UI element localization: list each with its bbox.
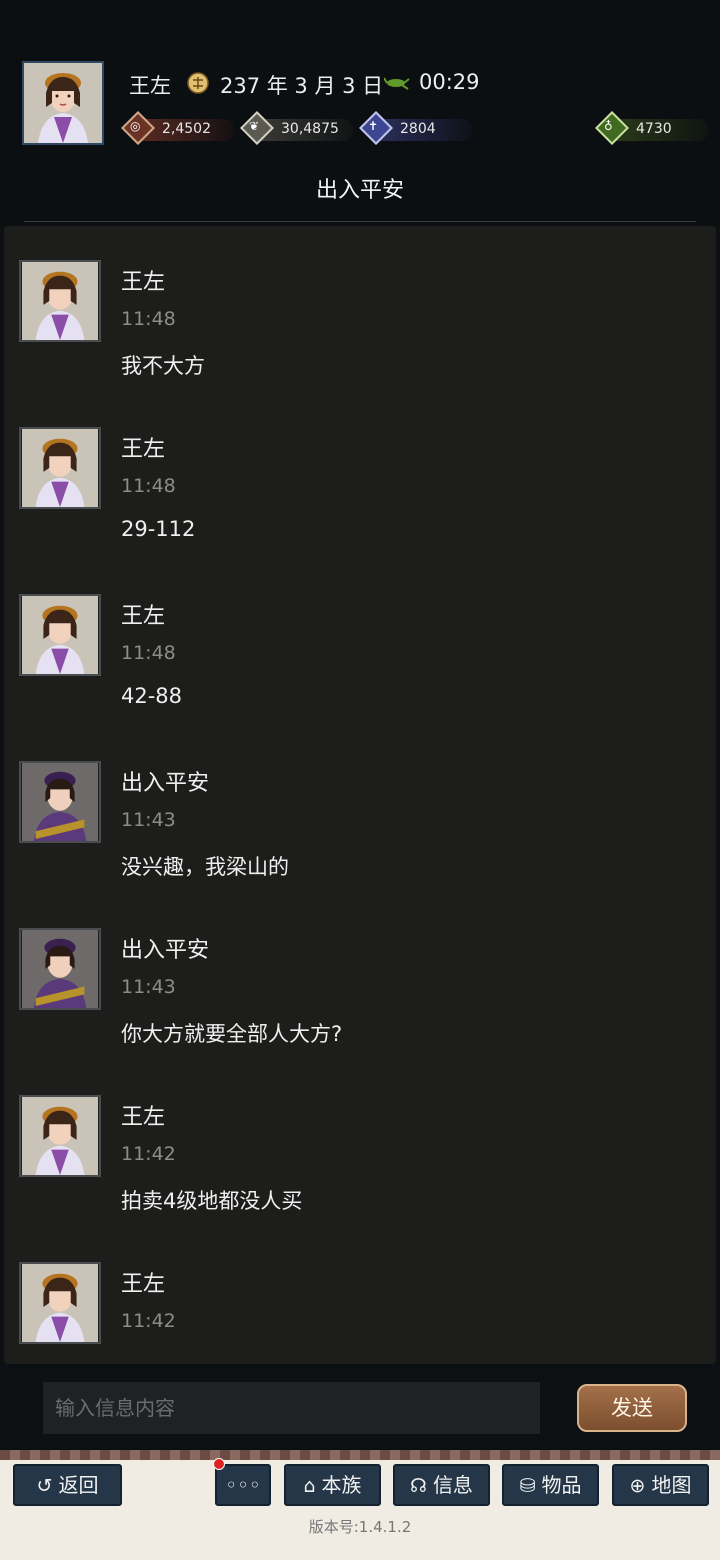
message-time: 11:42 <box>121 1310 176 1332</box>
message-time: 11:43 <box>121 809 176 831</box>
map-label: 地图 <box>651 1473 692 1497</box>
resource-money-bag[interactable]: ♁ 4730 <box>595 111 708 145</box>
resource-soldiers[interactable]: ✝ 2804 <box>359 111 472 145</box>
chat-message: 王左 11:48 42-88 <box>4 594 716 754</box>
back-label: 返回 <box>58 1473 99 1497</box>
chat-message: 王左 11:48 29-112 <box>4 427 716 587</box>
back-button[interactable]: ↺ 返回 <box>13 1464 122 1506</box>
player-name: 王左 <box>129 74 171 98</box>
resource-grain[interactable]: ❦ 30,4875 <box>240 111 353 145</box>
sender-name: 出入平安 <box>121 771 210 796</box>
info-button[interactable]: ☊ 信息 <box>393 1464 490 1506</box>
portrait-image <box>24 63 102 143</box>
chat-message: 王左 11:42 拍卖4级地都没人买 <box>4 1095 716 1255</box>
grain-icon: ❦ <box>249 119 260 133</box>
sender-avatar[interactable] <box>19 761 101 843</box>
message-time: 11:48 <box>121 642 176 664</box>
chat-bubble-icon: ☊ <box>410 1475 427 1497</box>
message-text: 42-88 <box>121 684 183 708</box>
header-divider <box>24 221 696 222</box>
sender-name: 王左 <box>121 1105 166 1130</box>
chat-message: 出入平安 11:43 没兴趣，我梁山的 <box>4 761 716 921</box>
chat-message: 王左 11:42 <box>4 1262 716 1364</box>
send-button[interactable]: 发送 <box>577 1384 687 1432</box>
game-time: 00:29 <box>419 70 480 94</box>
message-text: 你大方就要全部人大方? <box>121 1022 343 1046</box>
message-time: 11:48 <box>121 475 176 497</box>
version-number: 版本号:1.4.1.2 <box>308 1518 412 1536</box>
sender-avatar[interactable] <box>19 928 101 1010</box>
sender-avatar[interactable] <box>19 594 101 676</box>
message-input[interactable] <box>43 1382 540 1434</box>
items-button[interactable]: ⛁ 物品 <box>502 1464 599 1506</box>
top-header: 王左 237 年 3 月 3 日 00:29 ◎ 2,4502 ❦ 30,487… <box>0 0 720 225</box>
message-time: 11:48 <box>121 308 176 330</box>
coins-value: 2,4502 <box>162 121 211 137</box>
chat-message: 出入平安 11:43 你大方就要全部人大方? <box>4 928 716 1088</box>
message-text: 我不大方 <box>121 354 205 378</box>
map-button[interactable]: ⊕ 地图 <box>612 1464 709 1506</box>
message-text: 没兴趣，我梁山的 <box>121 855 289 879</box>
sender-name: 王左 <box>121 1272 166 1297</box>
message-time: 11:43 <box>121 976 176 998</box>
clan-label: 本族 <box>321 1473 362 1497</box>
game-date: 237 年 3 月 3 日 <box>220 74 384 98</box>
money-bag-icon: ♁ <box>604 119 613 133</box>
soldier-icon: ✝ <box>368 119 379 133</box>
sender-avatar[interactable] <box>19 1262 101 1344</box>
calendar-seal-icon <box>187 72 209 94</box>
cricket-clock-icon <box>384 77 410 90</box>
items-icon: ⛁ <box>519 1475 536 1497</box>
grain-value: 30,4875 <box>281 121 339 137</box>
back-arrow-icon: ↺ <box>36 1475 53 1497</box>
chat-message: 王左 11:48 我不大方 <box>4 260 716 420</box>
more-dots-icon: ◦◦◦ <box>225 1473 261 1497</box>
sender-avatar[interactable] <box>19 260 101 342</box>
map-globe-icon: ⊕ <box>629 1475 646 1497</box>
sender-avatar[interactable] <box>19 427 101 509</box>
player-avatar[interactable] <box>22 61 104 145</box>
sender-name: 王左 <box>121 437 166 462</box>
money-bag-value: 4730 <box>636 121 672 137</box>
decorative-border <box>0 1450 720 1460</box>
page-title: 出入平安 <box>315 178 404 203</box>
notification-dot <box>213 1458 225 1470</box>
sender-name: 出入平安 <box>121 938 210 963</box>
clan-button[interactable]: ⌂ 本族 <box>284 1464 381 1506</box>
more-button[interactable]: ◦◦◦ <box>215 1464 271 1506</box>
bottom-nav: ↺ 返回 ◦◦◦ ⌂ 本族 ☊ 信息 ⛁ 物品 ⊕ 地图 版本号:1.4.1.2 <box>0 1450 720 1560</box>
items-label: 物品 <box>541 1473 582 1497</box>
message-text: 29-112 <box>121 517 196 541</box>
sender-name: 王左 <box>121 604 166 629</box>
sender-avatar[interactable] <box>19 1095 101 1177</box>
chat-message-list[interactable]: 王左 11:48 我不大方 王左 11:48 29-112 王左 11:48 4… <box>4 226 716 1364</box>
soldiers-value: 2804 <box>400 121 436 137</box>
coin-icon: ◎ <box>130 119 141 133</box>
message-time: 11:42 <box>121 1143 176 1165</box>
clan-icon: ⌂ <box>303 1475 316 1497</box>
info-label: 信息 <box>432 1473 473 1497</box>
sender-name: 王左 <box>121 270 166 295</box>
resource-coins[interactable]: ◎ 2,4502 <box>121 111 234 145</box>
message-text: 拍卖4级地都没人买 <box>121 1189 303 1213</box>
message-input-bar: 发送 <box>0 1364 720 1450</box>
